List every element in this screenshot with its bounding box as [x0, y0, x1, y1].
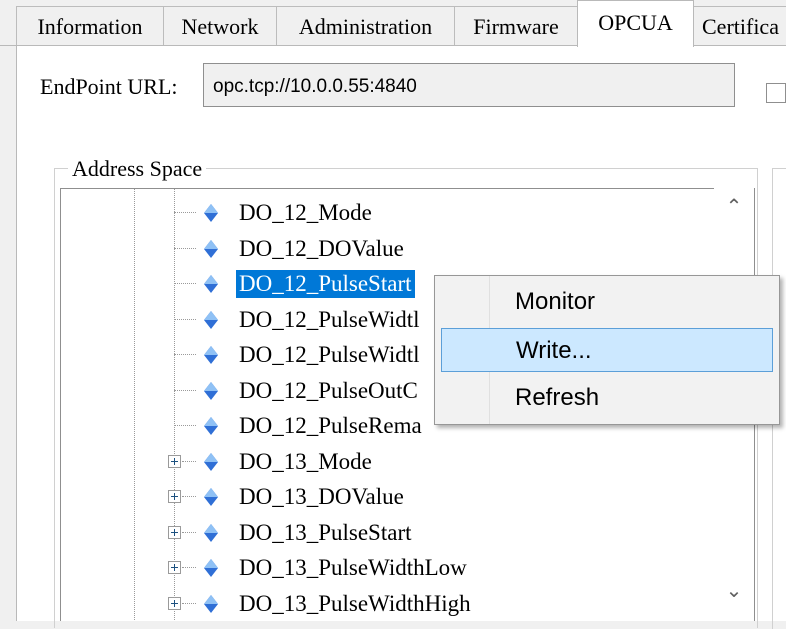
tree-node-label[interactable]: DO_12_PulseRema: [236, 412, 425, 440]
tree-node-label[interactable]: DO_12_PulseWidtl: [236, 341, 423, 369]
tree-node-label[interactable]: DO_13_PulseWidthLow: [236, 554, 470, 582]
plus-expand-icon[interactable]: [168, 454, 181, 468]
variable-node-icon: [204, 523, 218, 542]
tab-certificate[interactable]: Certifica: [693, 6, 786, 45]
context-menu: Monitor Write... Refresh: [434, 275, 780, 425]
variable-node-icon: [204, 417, 218, 435]
tab-network[interactable]: Network: [163, 6, 277, 45]
plus-expand-icon[interactable]: [168, 525, 181, 539]
plus-expand-icon[interactable]: [168, 596, 181, 610]
tree-connector: [182, 602, 196, 604]
tree-node[interactable]: DO_12_Mode: [61, 196, 701, 230]
tree-node-label[interactable]: DO_12_Mode: [236, 199, 375, 227]
tree-node-label[interactable]: DO_13_PulseStart: [236, 519, 415, 547]
tree-node-label[interactable]: DO_13_Mode: [236, 448, 375, 476]
tree-connector: [174, 247, 196, 249]
tab-administration[interactable]: Administration: [276, 6, 455, 45]
tab-information[interactable]: Information: [16, 6, 164, 45]
tree-connector: [174, 389, 196, 391]
tree-connector: [174, 354, 196, 355]
menu-item-write[interactable]: Write...: [441, 328, 773, 372]
variable-node-icon: [204, 381, 218, 400]
plus-expand-icon[interactable]: [168, 490, 181, 503]
endpoint-checkbox[interactable]: [766, 83, 786, 103]
tree-connector: [174, 283, 196, 284]
tree-connector: [182, 460, 196, 462]
chevron-up-icon[interactable]: ⌃: [714, 194, 754, 234]
tree-node-label[interactable]: DO_13_PulseWidthHigh: [236, 590, 474, 618]
chevron-down-icon[interactable]: ⌄: [714, 578, 754, 618]
variable-node-icon: [204, 594, 218, 613]
variable-node-icon: [204, 488, 218, 506]
tab-opcua[interactable]: OPCUA: [577, 0, 694, 47]
variable-node-icon: [204, 239, 218, 258]
endpoint-label: EndPoint URL:: [40, 74, 178, 99]
tree-connector: [182, 496, 196, 497]
tree-node[interactable]: DO_13_PulseWidthHigh: [61, 587, 701, 621]
menu-item-refresh[interactable]: Refresh: [441, 376, 773, 420]
tree-node[interactable]: DO_13_Mode: [61, 445, 701, 479]
tree-node[interactable]: DO_13_DOValue: [61, 480, 701, 514]
address-space-title: Address Space: [68, 156, 207, 182]
tree-node[interactable]: DO_13_PulseWidthLow: [61, 551, 701, 585]
tree-node-label[interactable]: DO_12_PulseStart: [235, 269, 416, 299]
variable-node-icon: [204, 559, 218, 577]
tree-node-label[interactable]: DO_12_PulseOutC: [236, 377, 421, 405]
tree-node-label[interactable]: DO_13_DOValue: [236, 483, 407, 511]
tree-connector: [174, 318, 196, 320]
plus-expand-icon[interactable]: [168, 561, 181, 574]
tree-node-label[interactable]: DO_12_PulseWidtl: [236, 306, 423, 334]
endpoint-url-field[interactable]: opc.tcp://10.0.0.55:4840: [203, 63, 735, 107]
variable-node-icon: [204, 275, 218, 293]
tree-connector: [182, 567, 196, 568]
tree-connector: [174, 425, 196, 426]
tree-node-label[interactable]: DO_12_DOValue: [236, 235, 407, 263]
variable-node-icon: [204, 310, 218, 329]
variable-node-icon: [204, 346, 218, 364]
tree-connector: [182, 531, 196, 533]
tree-node[interactable]: DO_12_DOValue: [61, 232, 701, 266]
variable-node-icon: [204, 204, 218, 222]
tree-connector: [174, 212, 196, 213]
menu-item-monitor[interactable]: Monitor: [441, 280, 773, 324]
tab-strip: Information Network Administration Firmw…: [0, 0, 786, 47]
variable-node-icon: [204, 452, 218, 471]
tree-node[interactable]: DO_13_PulseStart: [61, 516, 701, 550]
tab-firmware[interactable]: Firmware: [454, 6, 578, 45]
